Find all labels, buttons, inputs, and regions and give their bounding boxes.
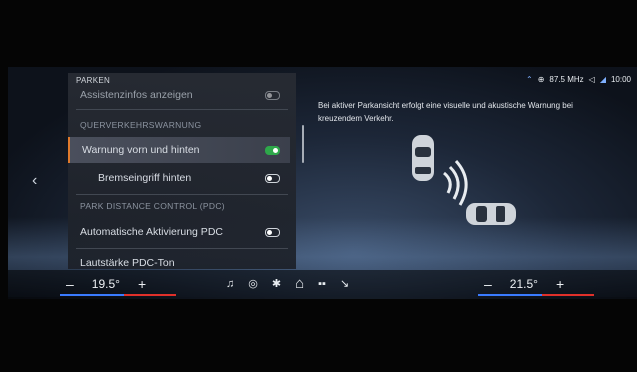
display-frame: ‹ ⌃ ⊕ 87.5 MHz ◁ ◢ 10:00 PARKEN Assisten… bbox=[0, 0, 637, 372]
section-label: PARK DISTANCE CONTROL (PDC) bbox=[80, 201, 225, 211]
connectivity-icon: ⌃ bbox=[526, 75, 533, 84]
section-header-pdc: PARK DISTANCE CONTROL (PDC) bbox=[68, 197, 290, 215]
list-item-label: Assistenzinfos anzeigen bbox=[80, 89, 193, 101]
back-chevron-icon[interactable]: ‹ bbox=[32, 172, 37, 190]
music-icon[interactable]: ♫ bbox=[226, 278, 234, 290]
menu-title: PARKEN bbox=[76, 76, 111, 85]
toggle-off[interactable] bbox=[265, 173, 280, 183]
section-header-querverkehr: QUERVERKEHRSWARNUNG bbox=[68, 117, 290, 133]
status-bar: ⌃ ⊕ 87.5 MHz ◁ ◢ 10:00 bbox=[526, 75, 631, 84]
parking-settings-menu: PARKEN Assistenzinfos anzeigen QUERVERKE… bbox=[68, 73, 296, 269]
fan-icon[interactable]: ✱ bbox=[272, 277, 281, 290]
toggle-on[interactable] bbox=[265, 145, 280, 155]
speaker-icon: ◁ bbox=[588, 75, 595, 84]
list-item-auto-pdc[interactable]: Automatische Aktivierung PDC bbox=[68, 219, 290, 245]
toggle-off[interactable] bbox=[265, 227, 280, 237]
warning-waves-icon bbox=[443, 159, 468, 206]
list-item-label: Lautstärke PDC-Ton bbox=[80, 257, 175, 269]
divider bbox=[76, 194, 288, 195]
section-label: QUERVERKEHRSWARNUNG bbox=[80, 120, 202, 130]
phone-icon[interactable]: ↘ bbox=[340, 277, 349, 290]
menu-scrollbar[interactable] bbox=[302, 125, 304, 163]
divider bbox=[76, 109, 288, 110]
infotainment-screen: ‹ ⌃ ⊕ 87.5 MHz ◁ ◢ 10:00 PARKEN Assisten… bbox=[8, 67, 637, 299]
climate-left: – 19.5° + bbox=[66, 276, 146, 292]
signal-icon: ◢ bbox=[599, 75, 606, 84]
temp-right-minus-button[interactable]: – bbox=[484, 276, 492, 292]
divider bbox=[76, 248, 288, 249]
temp-right-value: 21.5° bbox=[509, 277, 538, 291]
temp-right-indicator bbox=[478, 294, 594, 296]
list-item-bremseingriff[interactable]: Bremseingriff hinten bbox=[68, 165, 290, 191]
temp-right-plus-button[interactable]: + bbox=[556, 276, 564, 292]
clock: 10:00 bbox=[610, 75, 631, 84]
list-item-label: Warnung vorn und hinten bbox=[82, 144, 200, 156]
temp-left-plus-button[interactable]: + bbox=[138, 276, 146, 292]
app-dock: ♫ ◎ ✱ ⌂ ▪▪ ↘ bbox=[226, 275, 349, 292]
bottom-bar: – 19.5° + ♫ ◎ ✱ ⌂ ▪▪ ↘ – 21.5° + bbox=[8, 270, 637, 299]
list-item-assistenzinfos[interactable]: Assistenzinfos anzeigen bbox=[68, 85, 290, 105]
apps-grid-icon[interactable]: ▪▪ bbox=[318, 278, 326, 290]
home-icon[interactable]: ⌂ bbox=[295, 275, 304, 292]
climate-right: – 21.5° + bbox=[484, 276, 564, 292]
list-item-pdc-lautstaerke[interactable]: Lautstärke PDC-Ton bbox=[68, 251, 290, 269]
list-item-label: Bremseingriff hinten bbox=[98, 172, 192, 184]
radio-frequency: 87.5 MHz bbox=[549, 75, 584, 84]
radio-icon: ⊕ bbox=[537, 75, 545, 84]
cross-traffic-illustration bbox=[412, 135, 516, 225]
temp-left-value: 19.5° bbox=[91, 277, 120, 291]
toggle[interactable] bbox=[265, 90, 280, 100]
crossing-car-icon bbox=[466, 203, 516, 225]
list-item-warnung-vorn-hinten[interactable]: Warnung vorn und hinten bbox=[68, 137, 290, 163]
own-car-icon bbox=[412, 135, 434, 181]
warning-description: Bei aktiver Parkansicht erfolgt eine vis… bbox=[318, 101, 573, 123]
list-item-label: Automatische Aktivierung PDC bbox=[80, 226, 223, 238]
temp-left-indicator bbox=[60, 294, 176, 296]
navigation-icon[interactable]: ◎ bbox=[248, 277, 258, 290]
temp-left-minus-button[interactable]: – bbox=[66, 276, 74, 292]
